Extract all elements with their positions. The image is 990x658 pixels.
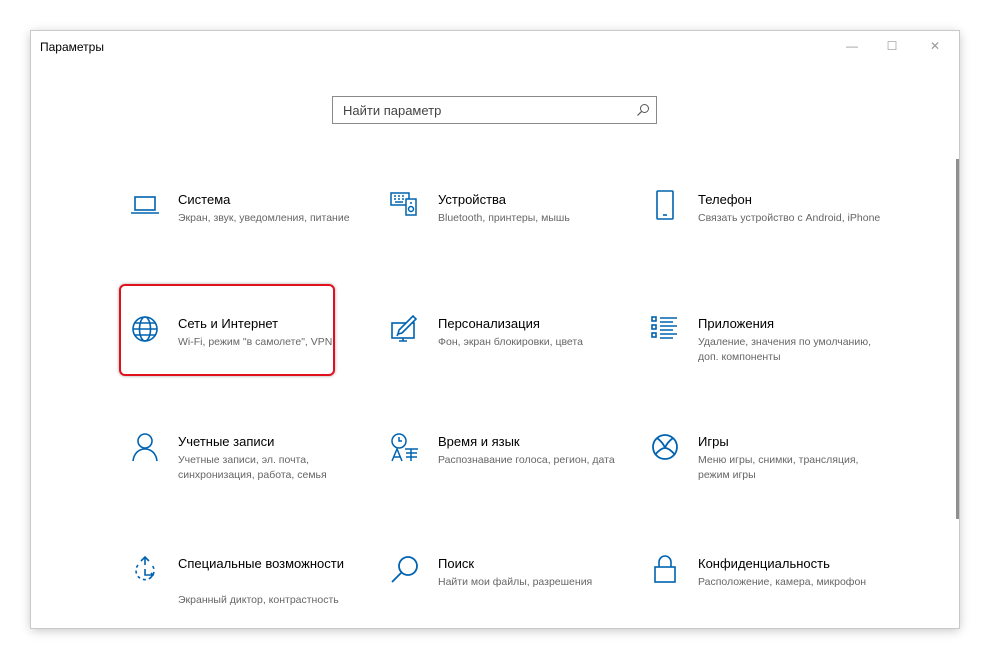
tile-description: Экранный диктор, контрастность: [178, 594, 339, 606]
tile-name: Персонализация: [438, 316, 540, 331]
laptop-icon: [129, 189, 161, 221]
tile-name: Конфиденциальность: [698, 556, 830, 571]
tile-name: Специальные возможности: [178, 556, 344, 571]
tile-description: Найти мои файлы, разрешения: [438, 576, 593, 588]
tile-description: Bluetooth, принтеры, мышь: [438, 212, 570, 224]
maximize-button[interactable]: ☐: [873, 31, 911, 61]
tile-description: Расположение, камера, микрофон: [698, 576, 867, 588]
tile-search[interactable]: Поиск Найти мои файлы, разрешения: [389, 553, 619, 628]
tile-system[interactable]: Система Экран, звук, уведомления, питани…: [129, 189, 359, 284]
tile-time-language[interactable]: Время и язык Распознавание голоса, регио…: [389, 431, 619, 526]
tile-name: Приложения: [698, 316, 775, 331]
xbox-icon: [649, 431, 681, 463]
title-bar: Параметры — ☐ ✕: [31, 31, 959, 61]
tile-description: Меню игры, снимки, трансляция, режим игр…: [698, 454, 859, 481]
tile-name: Система: [178, 192, 231, 207]
minimize-button[interactable]: —: [833, 31, 871, 61]
person-icon: [129, 431, 161, 463]
lock-icon: [649, 553, 681, 585]
tile-accounts[interactable]: Учетные записи Учетные записи, эл. почта…: [129, 431, 359, 526]
tile-devices[interactable]: Устройства Bluetooth, принтеры, мышь: [389, 189, 619, 284]
tile-apps[interactable]: Приложения Удаление, значения по умолчан…: [649, 313, 879, 408]
tile-description: Фон, экран блокировки, цвета: [438, 336, 583, 348]
time-language-icon: [389, 431, 421, 463]
search-placeholder: Найти параметр: [343, 103, 442, 118]
search-input[interactable]: Найти параметр: [332, 96, 657, 124]
search-icon: [389, 553, 421, 585]
tile-description: Связать устройство с Android, iPhone: [698, 212, 881, 224]
tile-personalization[interactable]: Персонализация Фон, экран блокировки, цв…: [389, 313, 619, 408]
tile-accessibility[interactable]: Специальные возможности Экранный диктор,…: [129, 553, 359, 628]
tile-phone[interactable]: Телефон Связать устройство с Android, iP…: [649, 189, 880, 284]
phone-icon: [649, 189, 681, 221]
window-title: Параметры: [40, 40, 104, 54]
tile-name: Поиск: [438, 556, 475, 571]
tile-name: Учетные записи: [178, 434, 275, 449]
devices-icon: [389, 189, 421, 221]
highlight-frame: [119, 284, 335, 376]
personalization-icon: [389, 313, 421, 345]
tile-name: Телефон: [698, 192, 752, 207]
settings-window: Параметры — ☐ ✕ Найти параметр Система Э…: [31, 31, 959, 628]
tile-name: Время и язык: [438, 434, 520, 449]
tile-name: Игры: [698, 434, 729, 449]
close-button[interactable]: ✕: [916, 31, 954, 61]
tile-gaming[interactable]: Игры Меню игры, снимки, трансляция, режи…: [649, 431, 879, 526]
accessibility-icon: [129, 553, 161, 585]
apps-list-icon: [649, 313, 681, 345]
tile-description: Распознавание голоса, регион, дата: [438, 454, 615, 466]
tile-privacy[interactable]: Конфиденциальность Расположение, камера,…: [649, 553, 879, 628]
tile-description: Экран, звук, уведомления, питание: [178, 212, 350, 224]
tile-name: Устройства: [438, 192, 507, 207]
scrollbar[interactable]: [956, 159, 959, 519]
search-icon[interactable]: [636, 103, 650, 117]
tile-description: Учетные записи, эл. почта, синхронизация…: [178, 454, 327, 481]
tile-description: Удаление, значения по умолчанию, доп. ко…: [698, 336, 871, 363]
